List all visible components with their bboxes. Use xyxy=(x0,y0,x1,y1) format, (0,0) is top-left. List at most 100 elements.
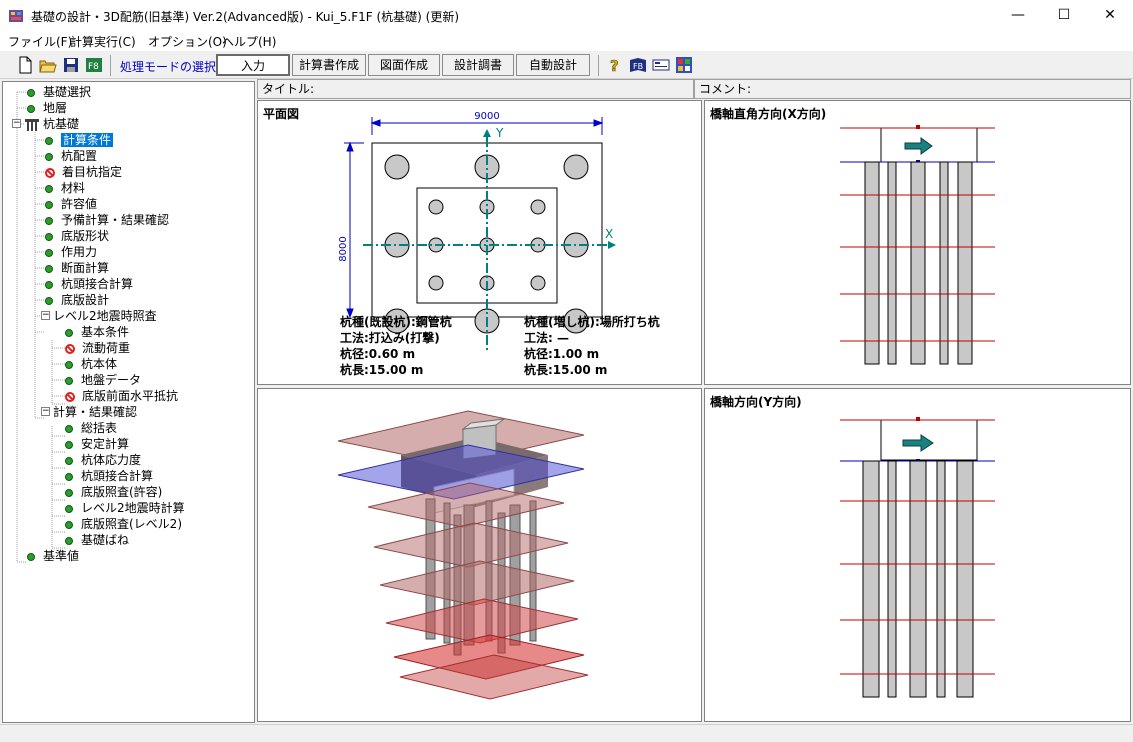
status-ok-icon xyxy=(45,136,53,145)
status-ok-icon xyxy=(65,424,73,433)
tree-item[interactable]: 底版設計 xyxy=(45,292,109,308)
added-pile-type: 杭種(増し杭):場所打ち杭 xyxy=(524,315,660,329)
tree-item[interactable]: 底版形状 xyxy=(45,228,109,244)
existing-pile-method: 工法:打込み(打撃) xyxy=(340,331,440,345)
tree-item[interactable]: 計算条件 xyxy=(45,132,114,148)
tree-item[interactable]: 安定計算 xyxy=(65,436,129,452)
new-file-icon[interactable] xyxy=(16,56,34,74)
maximize-button[interactable]: ☐ xyxy=(1041,0,1087,31)
card-icon[interactable] xyxy=(652,56,670,74)
plan-view[interactable]: 平面図 9000 8000 Y X 杭種(既設杭):鋼管杭 工法:打込み(打撃)… xyxy=(257,100,702,385)
tree-item[interactable]: 底版照査(許容) xyxy=(65,484,162,500)
drawing-mode-button[interactable]: 図面作成 xyxy=(368,54,440,76)
tree-item-label: 基本条件 xyxy=(81,325,130,339)
svg-text:FB: FB xyxy=(633,62,643,71)
tree-item[interactable]: 杭本体 xyxy=(65,356,117,372)
x-direction-view[interactable]: 橋軸直角方向(X方向) xyxy=(704,100,1131,385)
tree-item[interactable]: 基礎ばね xyxy=(65,532,129,548)
tree-expander[interactable]: − xyxy=(41,407,50,416)
y-direction-view[interactable]: 橋軸方向(Y方向) xyxy=(704,388,1131,722)
tree-item-label: 安定計算 xyxy=(81,437,130,451)
tree-item[interactable]: 材料 xyxy=(45,180,85,196)
tree-item-label: 底版照査(許容) xyxy=(81,485,163,499)
help-icon[interactable]: ? xyxy=(606,56,624,74)
status-ok-icon xyxy=(45,216,53,225)
tree-item[interactable]: 総括表 xyxy=(65,420,117,436)
tree-item[interactable]: 着目杭指定 xyxy=(45,164,122,180)
3d-view[interactable] xyxy=(257,388,702,722)
menu-options[interactable]: オプション(O) xyxy=(148,33,227,50)
existing-pile-diameter: 杭径:0.60 m xyxy=(340,347,416,361)
tree-item[interactable]: 杭頭接合計算 xyxy=(45,276,133,292)
3d-model-drawing xyxy=(337,410,589,700)
tree-item[interactable]: 許容値 xyxy=(45,196,97,212)
tree-item-label: 計算・結果確認 xyxy=(53,405,138,419)
y-axis-label: Y xyxy=(495,126,504,140)
status-ok-icon xyxy=(65,376,73,385)
design-survey-button[interactable]: 設計調書 xyxy=(442,54,514,76)
tree-item[interactable]: 基準値 xyxy=(27,548,79,564)
menu-calc[interactable]: 計算実行(C) xyxy=(70,33,136,50)
plan-drawing: 9000 8000 Y X xyxy=(338,111,616,351)
tree-item[interactable]: 底版照査(レベル2) xyxy=(65,516,182,532)
minimize-button[interactable]: — xyxy=(995,0,1041,31)
no-entry-icon xyxy=(65,343,75,354)
tree-expander[interactable]: − xyxy=(41,311,50,320)
window-title: 基礎の設計・3D配筋(旧基準) Ver.2(Advanced版) - Kui_5… xyxy=(31,10,460,24)
status-ok-icon xyxy=(45,200,53,209)
width-dimension: 9000 xyxy=(474,111,499,122)
tree-expander[interactable]: − xyxy=(12,119,21,128)
status-ok-icon xyxy=(45,264,53,273)
tree-item[interactable]: − 計算・結果確認 xyxy=(41,404,138,420)
status-ok-icon xyxy=(45,248,53,257)
status-ok-icon xyxy=(45,232,53,241)
menu-bar: ファイル(F) 計算実行(C) オプション(O) ヘルプ(H) xyxy=(0,31,1133,51)
tree-item[interactable]: 杭体応力度 xyxy=(65,452,141,468)
tree-item-label: 杭基礎 xyxy=(43,117,80,131)
tree-item[interactable]: レベル2地震時計算 xyxy=(65,500,185,516)
menu-help[interactable]: ヘルプ(H) xyxy=(222,33,276,50)
menu-file[interactable]: ファイル(F) xyxy=(8,33,72,50)
svg-text:?: ? xyxy=(610,57,619,74)
x-section-drawing xyxy=(840,125,995,365)
tree-item[interactable]: − 杭基礎 xyxy=(12,116,80,132)
tree-item[interactable]: 基礎選択 xyxy=(27,84,91,100)
tree-item[interactable]: 地盤データ xyxy=(65,372,141,388)
status-ok-icon xyxy=(65,360,73,369)
auto-design-button[interactable]: 自動設計 xyxy=(516,54,590,76)
web-icon[interactable] xyxy=(675,56,693,74)
tree-item[interactable]: − レベル2地震時照査 xyxy=(41,308,157,324)
comment-header: コメント: xyxy=(694,79,1131,99)
tree-item-label: 杭配置 xyxy=(61,149,98,163)
report-mode-button[interactable]: 計算書作成 xyxy=(292,54,366,76)
manual-icon[interactable]: FB xyxy=(629,56,647,74)
tree-item-label: 基準値 xyxy=(43,549,80,563)
open-folder-icon[interactable] xyxy=(39,56,57,74)
status-ok-icon xyxy=(65,472,73,481)
tree-item[interactable]: 断面計算 xyxy=(45,260,109,276)
tree-item-label: 計算条件 xyxy=(61,133,114,147)
toolbar: F8 処理モードの選択 入力 計算書作成 図面作成 設計調書 自動設計 ? FB xyxy=(0,52,1133,79)
status-ok-icon xyxy=(65,520,73,529)
status-ok-icon xyxy=(45,184,53,193)
added-pile-method: 工法: — xyxy=(524,331,569,345)
tree-item[interactable]: 流動荷重 xyxy=(65,340,130,356)
tree-item-label: 杭頭接合計算 xyxy=(61,277,134,291)
export-icon[interactable]: F8 xyxy=(85,56,103,74)
tree-item[interactable]: 基本条件 xyxy=(65,324,129,340)
svg-text:F8: F8 xyxy=(88,62,99,72)
mode-label: 処理モードの選択 xyxy=(120,60,217,74)
tree-item-label: 基礎ばね xyxy=(81,533,130,547)
tree-item[interactable]: 杭配置 xyxy=(45,148,97,164)
tree-item[interactable]: 作用力 xyxy=(45,244,97,260)
input-mode-button[interactable]: 入力 xyxy=(216,54,290,76)
tree-item[interactable]: 杭頭接合計算 xyxy=(65,468,153,484)
tree-item-label: 着目杭指定 xyxy=(62,165,123,179)
tree-item[interactable]: 底版前面水平抵抗 xyxy=(65,388,178,404)
close-button[interactable]: ✕ xyxy=(1087,0,1133,31)
navigation-tree: 基礎選択 地層 − 杭基礎 計算条件 杭配置 着目杭指定 材料 許容値 予備計算・結果確認 底版形状… xyxy=(2,81,255,723)
save-icon[interactable] xyxy=(62,56,80,74)
added-pile-diameter: 杭径:1.00 m xyxy=(524,347,600,361)
tree-item[interactable]: 予備計算・結果確認 xyxy=(45,212,169,228)
tree-item[interactable]: 地層 xyxy=(27,100,67,116)
